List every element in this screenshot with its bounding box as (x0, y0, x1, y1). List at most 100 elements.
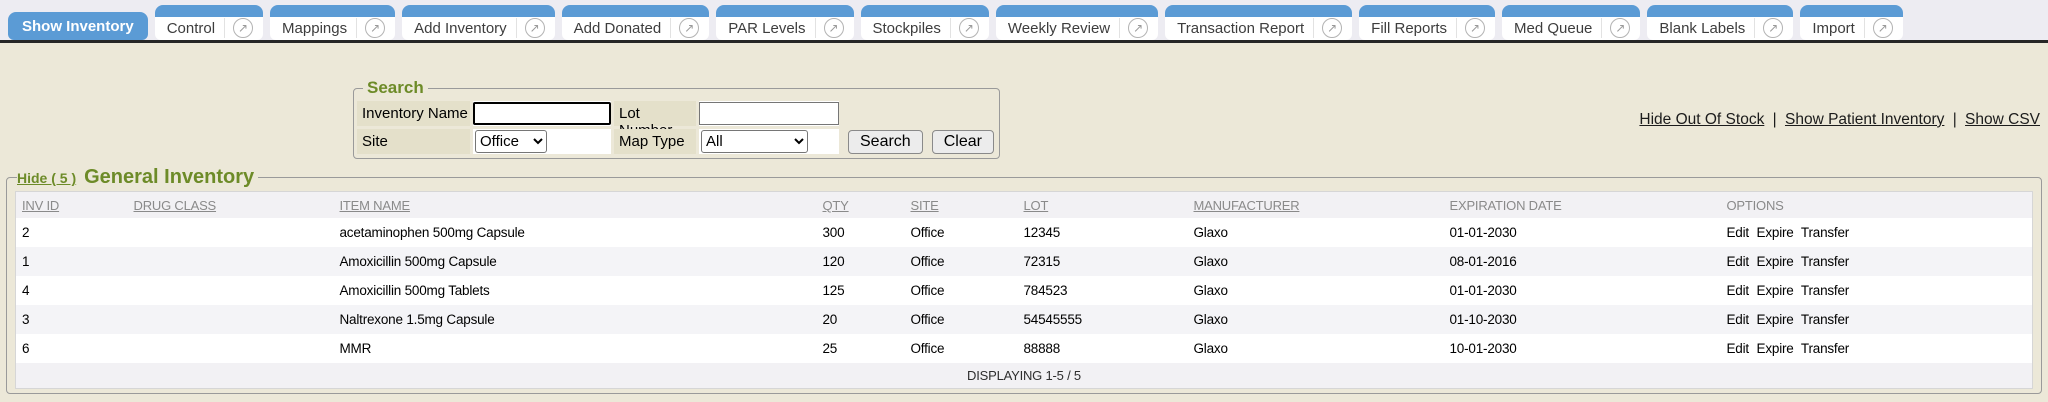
site-select[interactable]: Office (475, 130, 547, 153)
tab-import[interactable]: Import ↗ (1800, 5, 1903, 40)
cell-options: Edit Expire Transfer (1721, 305, 2033, 334)
expire-link[interactable]: Expire (1757, 254, 1794, 269)
transfer-link[interactable]: Transfer (1801, 254, 1849, 269)
expire-link[interactable]: Expire (1757, 283, 1794, 298)
lot-number-cell (699, 101, 839, 126)
table-row: 1 Amoxicillin 500mg Capsule 120 Office 7… (16, 247, 2033, 276)
external-link-icon[interactable]: ↗ (824, 18, 844, 38)
tab-external-area[interactable]: ↗ (516, 18, 545, 38)
show-csv-link[interactable]: Show CSV (1965, 111, 2040, 128)
tab-par-levels[interactable]: PAR Levels ↗ (716, 5, 853, 40)
transfer-link[interactable]: Transfer (1801, 341, 1849, 356)
transfer-link[interactable]: Transfer (1801, 312, 1849, 327)
tab-weekly-review[interactable]: Weekly Review ↗ (996, 5, 1158, 40)
cell-expiration-date: 01-10-2030 (1444, 305, 1721, 334)
expire-link[interactable]: Expire (1757, 225, 1794, 240)
top-tab-bar: Show Inventory Control ↗ Mappings ↗ Add … (0, 0, 2048, 43)
col-header-qty[interactable]: QTY (817, 192, 905, 219)
hide-out-of-stock-link[interactable]: Hide Out Of Stock (1639, 111, 1764, 128)
inventory-name-input[interactable] (473, 102, 611, 125)
cell-drug-class (128, 247, 334, 276)
tab-label: Transaction Report (1177, 20, 1304, 37)
external-link-icon[interactable]: ↗ (1128, 18, 1148, 38)
tab-transaction-report[interactable]: Transaction Report ↗ (1165, 5, 1352, 40)
tab-external-area[interactable]: ↗ (670, 18, 699, 38)
tab-external-area[interactable]: ↗ (1864, 18, 1893, 38)
table-footer-row: DISPLAYING 1-5 / 5 (16, 363, 2033, 389)
table-header-row: INV ID DRUG CLASS ITEM NAME QTY SITE LOT… (16, 192, 2033, 219)
external-link-icon[interactable]: ↗ (1873, 18, 1893, 38)
col-header-inv-id[interactable]: INV ID (16, 192, 128, 219)
tab-external-area[interactable]: ↗ (1119, 18, 1148, 38)
tab-external-area[interactable]: ↗ (356, 18, 385, 38)
external-link-icon[interactable]: ↗ (1465, 18, 1485, 38)
tab-fill-reports[interactable]: Fill Reports ↗ (1359, 5, 1495, 40)
col-header-site[interactable]: SITE (905, 192, 1018, 219)
paging-status: DISPLAYING 1-5 / 5 (16, 363, 2033, 389)
external-link-icon[interactable]: ↗ (1763, 18, 1783, 38)
tab-external-area[interactable]: ↗ (1601, 18, 1630, 38)
edit-link[interactable]: Edit (1727, 312, 1749, 327)
external-link-icon[interactable]: ↗ (1610, 18, 1630, 38)
tab-label: Add Inventory (414, 20, 507, 37)
cell-manufacturer: Glaxo (1188, 247, 1444, 276)
external-link-icon[interactable]: ↗ (679, 18, 699, 38)
tab-label: Show Inventory (22, 18, 134, 35)
tab-add-donated[interactable]: Add Donated ↗ (562, 5, 710, 40)
search-button[interactable]: Search (848, 130, 923, 154)
external-link-icon[interactable]: ↗ (959, 18, 979, 38)
col-header-drug-class[interactable]: DRUG CLASS (128, 192, 334, 219)
cell-manufacturer: Glaxo (1188, 305, 1444, 334)
show-patient-inventory-link[interactable]: Show Patient Inventory (1785, 111, 1944, 128)
tab-stockpiles[interactable]: Stockpiles ↗ (861, 5, 989, 40)
tab-external-area[interactable]: ↗ (1313, 18, 1342, 38)
transfer-link[interactable]: Transfer (1801, 283, 1849, 298)
col-header-item-name[interactable]: ITEM NAME (334, 192, 817, 219)
tab-show-inventory[interactable]: Show Inventory (8, 12, 148, 40)
cell-item-name: MMR (334, 334, 817, 363)
cell-item-name: acetaminophen 500mg Capsule (334, 218, 817, 247)
hide-count-link[interactable]: Hide ( 5 ) (17, 170, 76, 186)
tab-mappings[interactable]: Mappings ↗ (270, 5, 395, 40)
tab-med-queue[interactable]: Med Queue ↗ (1502, 5, 1640, 40)
cell-qty: 120 (817, 247, 905, 276)
col-header-lot[interactable]: LOT (1018, 192, 1188, 219)
edit-link[interactable]: Edit (1727, 254, 1749, 269)
tab-control[interactable]: Control ↗ (155, 5, 263, 40)
expire-link[interactable]: Expire (1757, 312, 1794, 327)
map-type-select[interactable]: All (701, 130, 808, 153)
table-row: 2 acetaminophen 500mg Capsule 300 Office… (16, 218, 2033, 247)
search-buttons-cell: Search Clear (842, 129, 994, 154)
tab-blank-labels[interactable]: Blank Labels ↗ (1647, 5, 1793, 40)
tab-external-area[interactable]: ↗ (224, 18, 253, 38)
tab-external-area[interactable]: ↗ (1754, 18, 1783, 38)
spacer-cell (842, 101, 994, 126)
tab-external-area[interactable]: ↗ (815, 18, 844, 38)
external-link-icon[interactable]: ↗ (233, 18, 253, 38)
site-label: Site (357, 129, 470, 154)
transfer-link[interactable]: Transfer (1801, 225, 1849, 240)
cell-qty: 300 (817, 218, 905, 247)
cell-item-name: Amoxicillin 500mg Capsule (334, 247, 817, 276)
tab-label: PAR Levels (728, 20, 805, 37)
table-row: 4 Amoxicillin 500mg Tablets 125 Office 7… (16, 276, 2033, 305)
clear-button[interactable]: Clear (932, 130, 994, 154)
tab-external-area[interactable]: ↗ (1456, 18, 1485, 38)
cell-site: Office (905, 334, 1018, 363)
expire-link[interactable]: Expire (1757, 341, 1794, 356)
cell-options: Edit Expire Transfer (1721, 276, 2033, 305)
tab-external-area[interactable]: ↗ (950, 18, 979, 38)
edit-link[interactable]: Edit (1727, 341, 1749, 356)
col-header-expiration-date: EXPIRATION DATE (1444, 192, 1721, 219)
cell-options: Edit Expire Transfer (1721, 218, 2033, 247)
edit-link[interactable]: Edit (1727, 283, 1749, 298)
external-link-icon[interactable]: ↗ (525, 18, 545, 38)
tab-label: Control (167, 20, 215, 37)
tab-add-inventory[interactable]: Add Inventory ↗ (402, 5, 555, 40)
lot-number-input[interactable] (699, 102, 839, 125)
edit-link[interactable]: Edit (1727, 225, 1749, 240)
external-link-icon[interactable]: ↗ (365, 18, 385, 38)
external-link-icon[interactable]: ↗ (1322, 18, 1342, 38)
cell-lot: 12345 (1018, 218, 1188, 247)
col-header-manufacturer[interactable]: MANUFACTURER (1188, 192, 1444, 219)
